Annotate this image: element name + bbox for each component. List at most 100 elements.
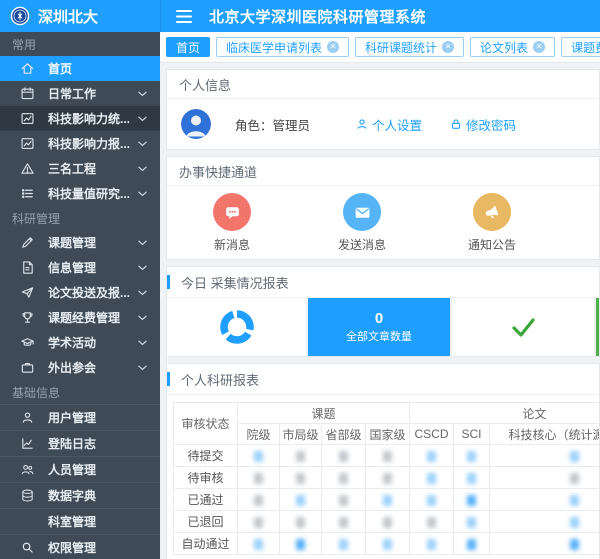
value-cell[interactable] <box>322 511 366 533</box>
stat-cell-green[interactable] <box>596 298 600 356</box>
logo-text: 深圳北大 <box>38 6 98 27</box>
quick-item-3[interactable]: 通知公告 <box>427 193 557 253</box>
close-icon[interactable]: ✕ <box>442 41 454 53</box>
column-header: 市局级 <box>280 424 322 445</box>
value-cell[interactable] <box>238 511 280 533</box>
sidebar-item-magnifier[interactable]: 权限管理 <box>0 534 160 559</box>
value-cell[interactable] <box>238 445 280 467</box>
value-cell[interactable] <box>322 445 366 467</box>
close-icon[interactable]: ✕ <box>533 41 545 53</box>
value-cell[interactable] <box>238 489 280 511</box>
quick-item-1[interactable]: 新消息 <box>167 193 297 253</box>
sidebar-item-list[interactable]: 科技量值研究... <box>0 181 160 206</box>
value-cell[interactable] <box>322 533 366 555</box>
chevron-down-icon <box>138 91 147 97</box>
sidebar-item-label: 科技影响力报... <box>48 135 130 152</box>
sidebar-item-edit[interactable]: 课题管理 <box>0 230 160 255</box>
sidebar-section-label: 科研管理 <box>0 206 160 230</box>
stat-cell-donut[interactable] <box>167 298 306 356</box>
stat-cell-article-count[interactable]: 0 全部文章数量 <box>308 298 450 356</box>
value-cell[interactable] <box>454 445 490 467</box>
sidebar-item-trophy[interactable]: 课题经费管理 <box>0 305 160 330</box>
sidebar-item-label: 首页 <box>48 60 72 77</box>
sidebar-item-paper-plane[interactable]: 论文投送及报... <box>0 280 160 305</box>
value-cell[interactable] <box>410 489 454 511</box>
sidebar-item-line-chart[interactable]: 登陆日志 <box>0 430 160 456</box>
tab-1[interactable]: 临床医学申请列表✕ <box>216 37 349 57</box>
value-cell[interactable] <box>490 467 599 489</box>
sidebar-item-users[interactable]: 人员管理 <box>0 456 160 482</box>
tab-2[interactable]: 科研课题统计✕ <box>355 37 464 57</box>
card-title: 办事快捷通道 <box>179 162 257 181</box>
blurred-value <box>296 539 305 550</box>
personal-settings-link[interactable]: 个人设置 <box>356 115 422 134</box>
quick-item-2[interactable]: 发送消息 <box>297 193 427 253</box>
magnifier-icon <box>20 540 35 555</box>
change-password-link[interactable]: 修改密码 <box>450 115 516 134</box>
value-cell[interactable] <box>322 489 366 511</box>
row-status-label: 待提交 <box>174 445 238 467</box>
value-cell[interactable] <box>366 489 410 511</box>
sidebar-item-user[interactable]: 用户管理 <box>0 404 160 430</box>
sidebar-item-home[interactable]: 首页 <box>0 56 160 81</box>
tab-label: 论文列表 <box>480 39 528 56</box>
card-header: 办事快捷通道 <box>167 157 599 186</box>
value-cell[interactable] <box>322 467 366 489</box>
value-cell[interactable] <box>490 533 599 555</box>
value-cell[interactable] <box>490 511 599 533</box>
value-cell[interactable] <box>490 445 599 467</box>
sidebar-item-document[interactable]: 信息管理 <box>0 255 160 280</box>
value-cell[interactable] <box>410 445 454 467</box>
sidebar-item-none[interactable]: 科室管理 <box>0 508 160 534</box>
chevron-down-icon <box>138 315 147 321</box>
value-cell[interactable] <box>366 511 410 533</box>
blurred-value <box>339 451 348 462</box>
value-cell[interactable] <box>366 445 410 467</box>
value-cell[interactable] <box>280 467 322 489</box>
sidebar-item-grad-cap[interactable]: 学术活动 <box>0 330 160 355</box>
value-cell[interactable] <box>454 467 490 489</box>
value-cell[interactable] <box>454 533 490 555</box>
value-cell[interactable] <box>454 511 490 533</box>
value-cell[interactable] <box>410 467 454 489</box>
value-cell[interactable] <box>366 467 410 489</box>
document-icon <box>20 260 35 275</box>
sidebar-item-label: 课题经费管理 <box>48 309 120 326</box>
value-cell[interactable] <box>410 511 454 533</box>
sidebar-item-database[interactable]: 数据字典 <box>0 482 160 508</box>
blurred-value <box>427 451 436 462</box>
tab-bar: 首页临床医学申请列表✕科研课题统计✕论文列表✕课题费用报表✕用户列表✕ <box>160 32 600 63</box>
table-row: 已退回 <box>174 511 600 533</box>
value-cell[interactable] <box>238 467 280 489</box>
sidebar-section: 课题管理信息管理论文投送及报... 课题经费管理学术活动外出参会 <box>0 230 160 380</box>
row-status-label: 待审核 <box>174 467 238 489</box>
sidebar-item-warning[interactable]: 三名工程 <box>0 156 160 181</box>
value-cell[interactable] <box>280 511 322 533</box>
value-cell[interactable] <box>280 489 322 511</box>
logo-area: 深圳北大 <box>0 0 160 32</box>
tab-4[interactable]: 课题费用报表✕ <box>561 37 600 57</box>
table-row: 已通过 <box>174 489 600 511</box>
quick-channels-card: 办事快捷通道 新消息发送消息通知公告 <box>166 156 600 260</box>
blurred-value <box>383 517 392 528</box>
value-cell[interactable] <box>454 489 490 511</box>
blurred-value <box>339 495 348 506</box>
stat-cell-check[interactable] <box>452 298 594 356</box>
value-cell[interactable] <box>238 533 280 555</box>
sidebar-item-briefcase[interactable]: 外出参会 <box>0 355 160 380</box>
value-cell[interactable] <box>490 489 599 511</box>
value-cell[interactable] <box>366 533 410 555</box>
article-count-value: 0 <box>375 310 383 327</box>
blurred-value <box>467 451 476 462</box>
value-cell[interactable] <box>280 445 322 467</box>
sidebar-item-chart-board[interactable]: 科技影响力统... <box>0 106 160 131</box>
close-icon[interactable]: ✕ <box>327 41 339 53</box>
value-cell[interactable] <box>280 533 322 555</box>
sidebar-item-label: 科技影响力统... <box>48 110 130 127</box>
sidebar-item-chart-board[interactable]: 科技影响力报... <box>0 131 160 156</box>
tab-0[interactable]: 首页 <box>166 37 210 57</box>
hamburger-menu-icon[interactable] <box>176 10 194 23</box>
tab-3[interactable]: 论文列表 ✕ <box>470 37 555 57</box>
value-cell[interactable] <box>410 533 454 555</box>
sidebar-item-calendar[interactable]: 日常工作 <box>0 81 160 106</box>
